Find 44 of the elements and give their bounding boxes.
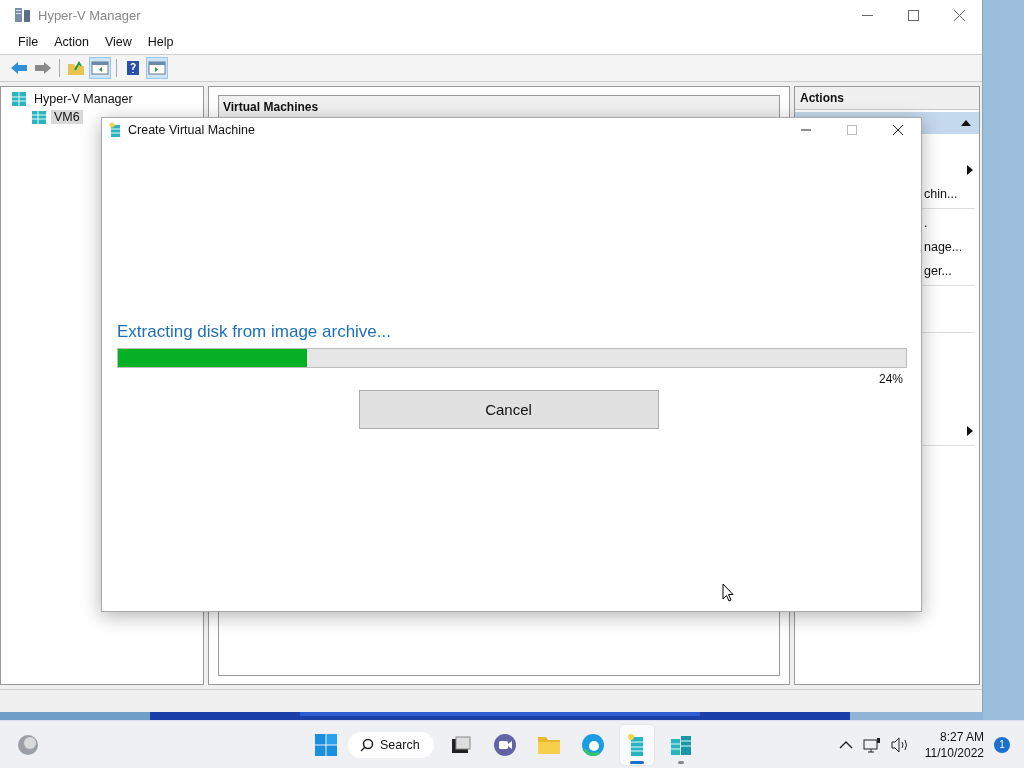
server-icon (14, 7, 32, 23)
server-group-icon (11, 91, 27, 107)
date-text: 11/10/2022 (924, 744, 984, 761)
video-chat-icon[interactable] (492, 732, 517, 757)
menu-item[interactable]: View (96, 35, 140, 49)
tree-item[interactable]: VM6 (51, 110, 83, 124)
partial-menu-entry[interactable]: . (924, 216, 975, 230)
partial-menu-entry[interactable]: nage... (924, 240, 975, 254)
maximize-icon (847, 125, 857, 135)
chevron-up-icon[interactable] (838, 739, 853, 750)
search-button[interactable]: Search (348, 731, 434, 758)
menu-item[interactable]: Action (46, 35, 97, 49)
menu-item[interactable]: Help (139, 35, 182, 49)
clock[interactable]: 8:27 AM 11/10/2022 (924, 728, 984, 761)
collapse-icon (961, 120, 971, 126)
active-indicator (629, 760, 644, 764)
running-indicator (677, 760, 684, 764)
maximize-icon[interactable] (908, 9, 919, 21)
search-icon (360, 737, 374, 752)
browser-icon[interactable] (580, 732, 605, 757)
start-button[interactable] (314, 732, 338, 757)
status-message: Extracting disk from image archive... (117, 322, 392, 342)
submenu-arrow-icon (967, 165, 973, 175)
action-pane-icon[interactable] (146, 57, 168, 79)
weather-icon[interactable] (16, 732, 40, 757)
notification-badge[interactable]: 1 (994, 736, 1010, 753)
dialog-title: Create Virtual Machine (128, 123, 256, 137)
close-icon[interactable] (893, 125, 903, 135)
cancel-button[interactable]: Cancel (358, 390, 659, 429)
window-title: Hyper-V Manager (38, 7, 142, 23)
progress-percent: 24% (877, 372, 904, 386)
panel-heading: Virtual Machines (219, 96, 779, 119)
mouse-pointer-icon (722, 583, 734, 602)
network-icon[interactable] (862, 736, 881, 753)
tree-item[interactable]: Hyper-V Manager (31, 92, 136, 106)
server-icon (108, 122, 122, 138)
server-icon (31, 109, 47, 125)
menu-item[interactable]: File (10, 35, 47, 49)
partial-menu-entry[interactable]: chin... (924, 187, 975, 201)
partial-menu-entry[interactable]: ger... (924, 264, 975, 278)
actions-heading: Actions (795, 87, 979, 110)
submenu-arrow-icon (967, 426, 973, 436)
time-text: 8:27 AM (939, 728, 984, 745)
tree-pane-icon[interactable] (89, 57, 111, 79)
